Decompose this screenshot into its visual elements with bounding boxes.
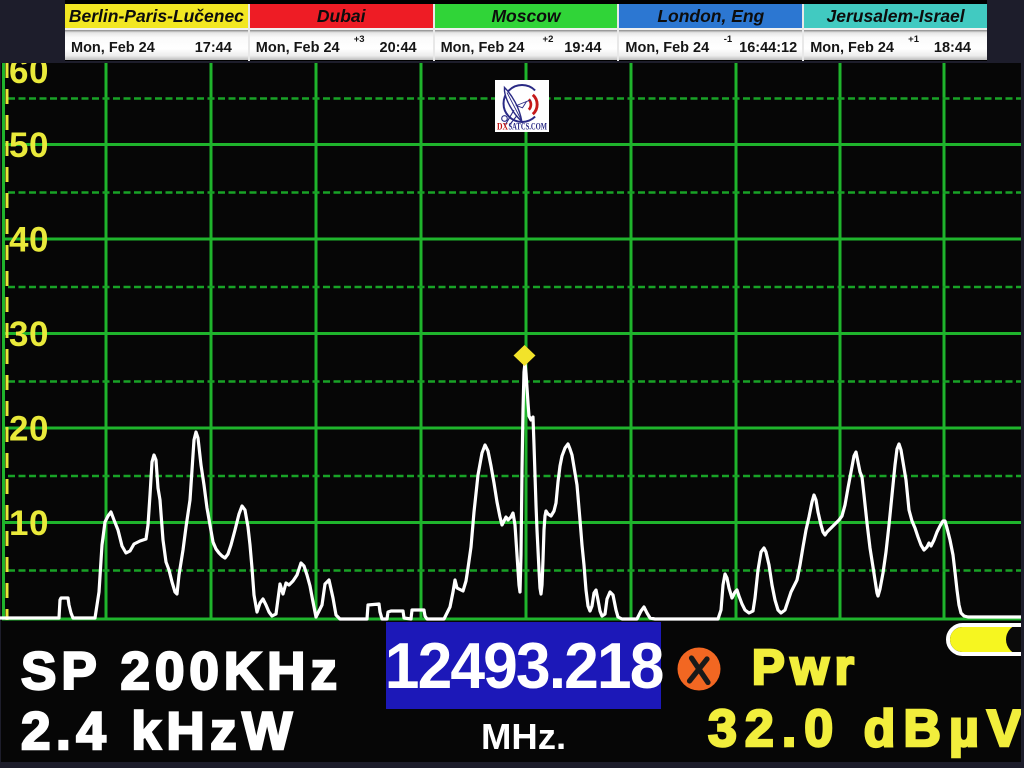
svg-text:10: 10 [9, 504, 49, 543]
svg-text:50: 50 [9, 126, 49, 165]
svg-text:SATCS.COM: SATCS.COM [509, 121, 548, 131]
svg-text:20: 20 [9, 410, 49, 449]
svg-text:40: 40 [9, 221, 49, 260]
svg-text:DX: DX [497, 121, 508, 131]
svg-text:30: 30 [9, 315, 49, 354]
